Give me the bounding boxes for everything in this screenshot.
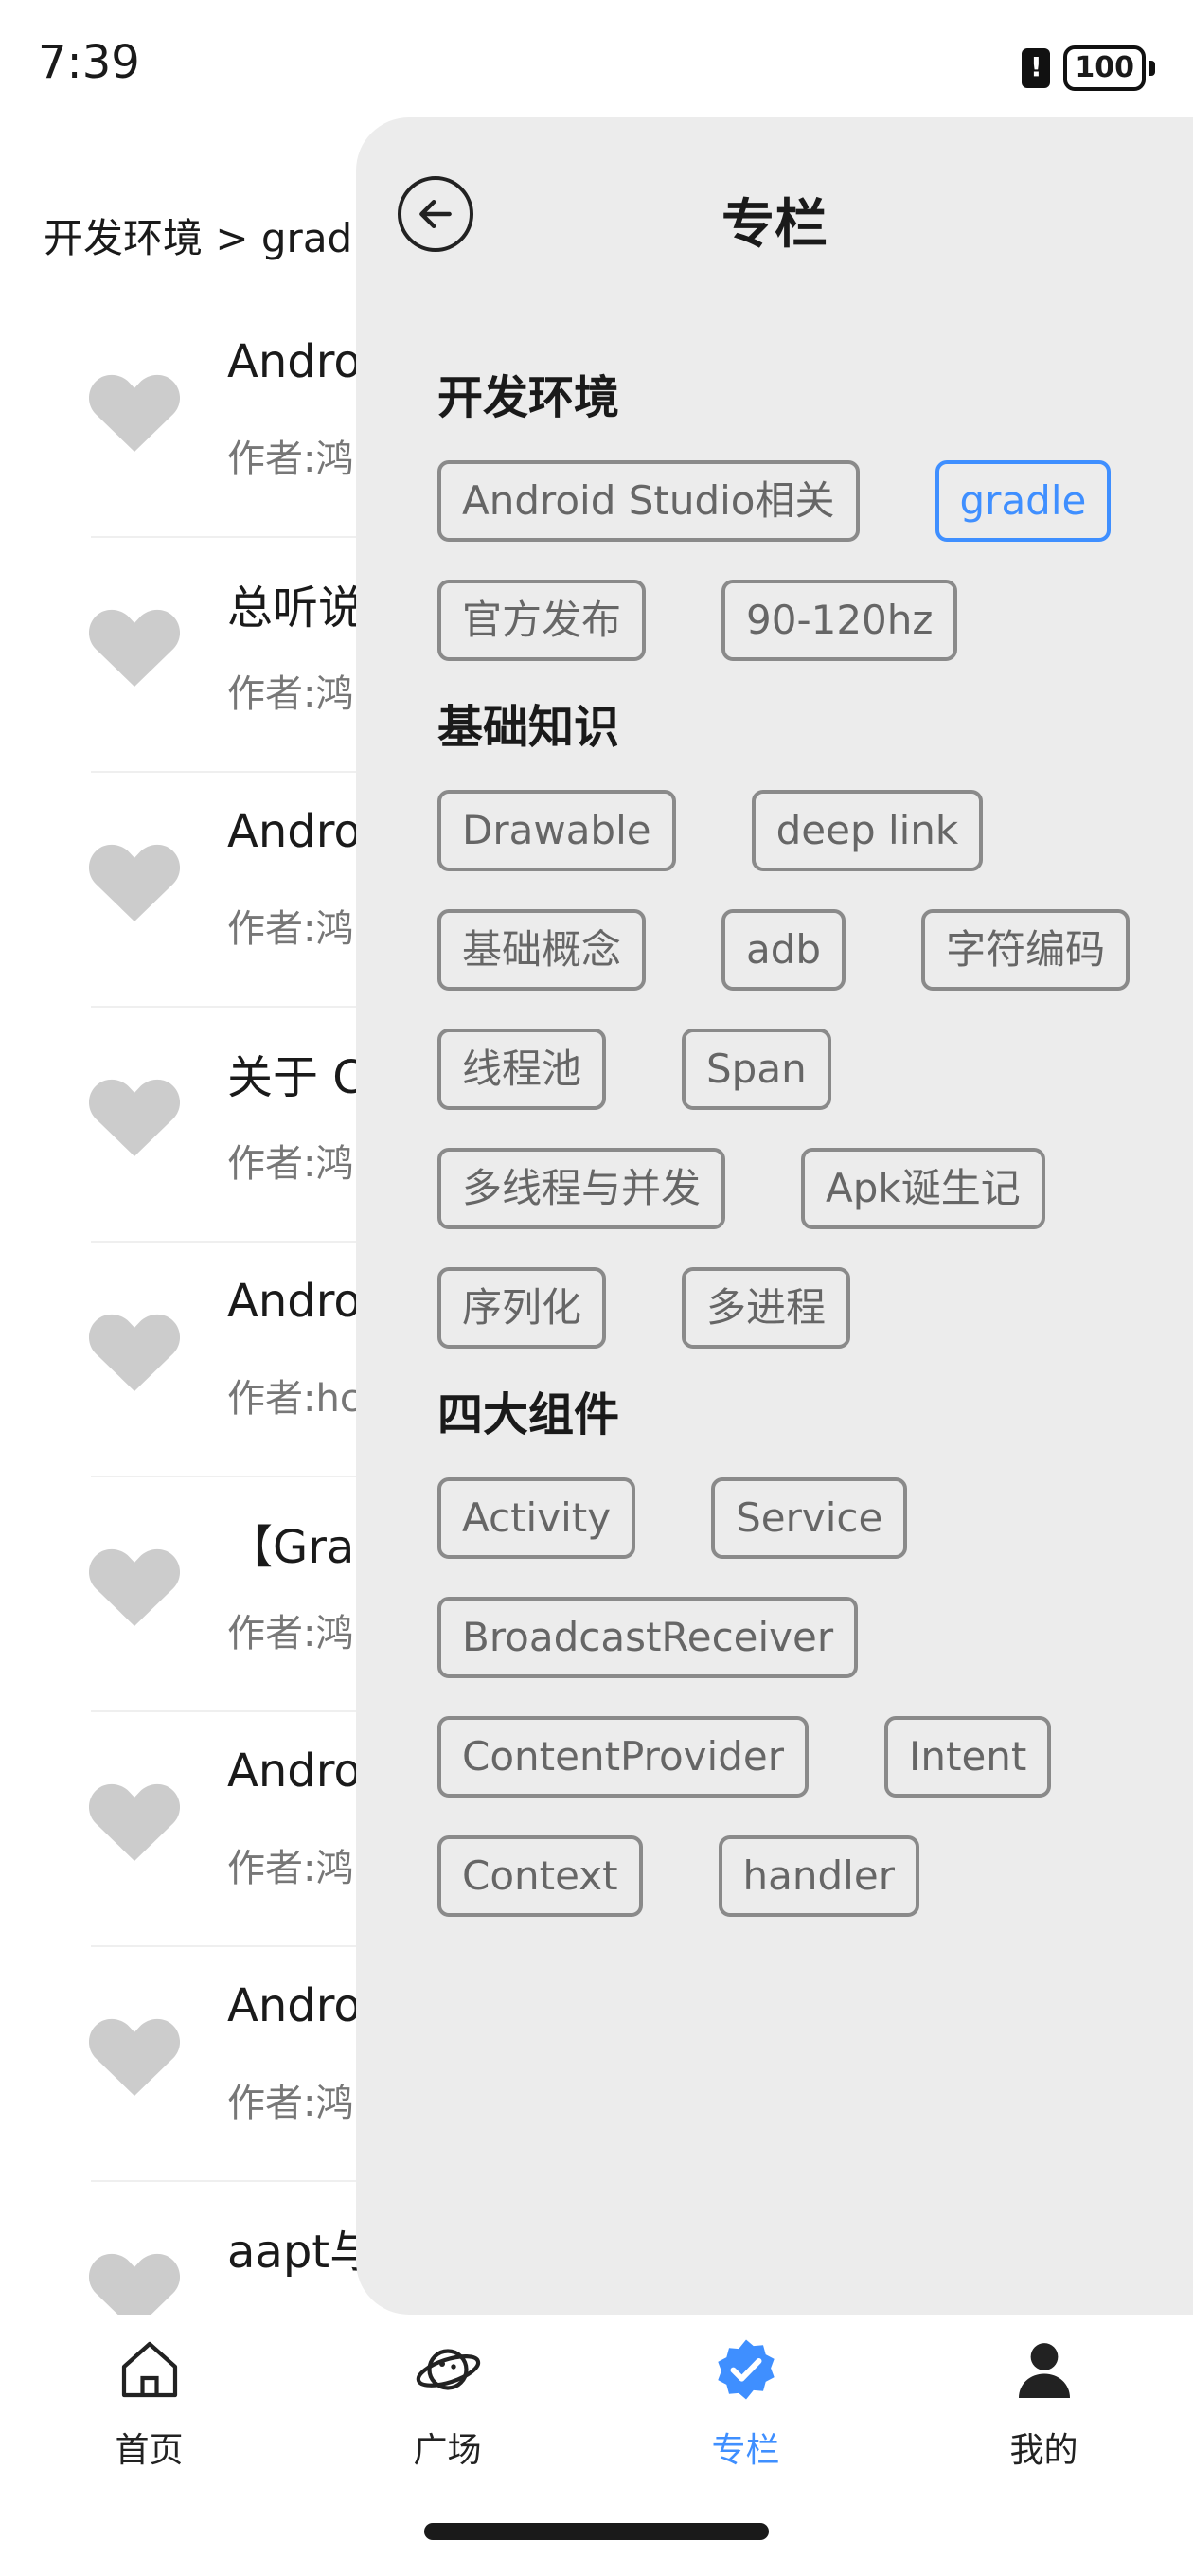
chip-span[interactable]: Span	[682, 1029, 831, 1110]
person-icon	[1019, 2343, 1070, 2398]
article-author: 作者:鸿	[227, 438, 354, 481]
article-title: Andro	[227, 1979, 362, 2032]
chip-multithreading[interactable]: 多线程与并发	[437, 1148, 726, 1229]
drawer-title: 专栏	[721, 194, 828, 256]
nav-label-square: 广场	[413, 2431, 482, 2470]
chip-group-basics: Drawable deep link 基础概念 adb 字符编码 线程池 Spa…	[437, 790, 1157, 1349]
bottom-nav: 首页 广场 专栏 我的	[0, 2315, 1193, 2495]
article-title: 关于 C	[227, 1051, 365, 1104]
breadcrumb: 开发环境 > gradle	[44, 215, 388, 261]
chip-basic-concepts[interactable]: 基础概念	[437, 909, 647, 991]
article-author: 作者:鸿	[227, 1847, 354, 1890]
battery-alert-icon	[1022, 48, 1051, 88]
chip-gradle[interactable]: gradle	[935, 460, 1112, 542]
article-title: 总听说	[227, 581, 365, 635]
chip-drawable[interactable]: Drawable	[437, 790, 676, 871]
heart-icon[interactable]	[89, 2013, 180, 2099]
heart-icon[interactable]	[89, 369, 180, 455]
heart-icon[interactable]	[89, 839, 180, 924]
chip-content-provider[interactable]: ContentProvider	[437, 1716, 809, 1798]
chip-service[interactable]: Service	[711, 1477, 908, 1559]
article-title: Andro	[227, 1275, 362, 1328]
section-title-basics: 基础知识	[437, 701, 620, 754]
status-bar: 7:39 100	[0, 0, 1193, 123]
article-author: 作者:鸿	[227, 1612, 354, 1655]
article-author: 作者:鸿	[227, 907, 354, 951]
nav-label-column: 专栏	[711, 2431, 780, 2470]
home-icon	[121, 2341, 178, 2398]
article-author: 作者:鸿	[227, 1142, 354, 1186]
verified-badge-icon	[718, 2339, 775, 2400]
heart-icon[interactable]	[89, 1074, 180, 1159]
chip-thread-pool[interactable]: 线程池	[437, 1029, 607, 1110]
section-title-dev-env: 开发环境	[437, 371, 620, 424]
article-title: Andro	[227, 805, 362, 858]
article-title: Andro	[227, 335, 362, 388]
chip-adb[interactable]: adb	[721, 909, 846, 991]
chip-official-release[interactable]: 官方发布	[437, 580, 647, 661]
nav-column[interactable]: 专栏	[596, 2315, 895, 2495]
heart-icon[interactable]	[89, 1309, 180, 1394]
status-time: 7:39	[38, 36, 140, 89]
nav-home[interactable]: 首页	[0, 2315, 298, 2495]
article-title: 【Gra	[227, 1521, 355, 1574]
section-list: 开发环境 Android Studio相关 gradle 官方发布 90-120…	[437, 369, 1157, 1955]
chip-multi-process[interactable]: 多进程	[682, 1267, 851, 1349]
chip-apk-birth[interactable]: Apk诞生记	[801, 1148, 1045, 1229]
nav-mine[interactable]: 我的	[895, 2315, 1193, 2495]
column-drawer: 专栏 开发环境 Android Studio相关 gradle 官方发布 90-…	[356, 117, 1193, 2315]
nav-label-home: 首页	[115, 2431, 184, 2470]
chip-deep-link[interactable]: deep link	[751, 790, 984, 871]
chip-90-120hz[interactable]: 90-120hz	[721, 580, 958, 661]
article-author: 作者:hc	[227, 1377, 361, 1421]
section-title-four-components: 四大组件	[437, 1388, 620, 1441]
chip-android-studio[interactable]: Android Studio相关	[437, 460, 860, 542]
battery-level: 100	[1075, 51, 1134, 84]
article-title: Andro	[227, 1744, 362, 1798]
heart-icon[interactable]	[89, 1779, 180, 1864]
article-author: 作者:鸿	[227, 672, 354, 716]
chip-context[interactable]: Context	[437, 1835, 643, 1917]
chip-group-four-components: Activity Service BroadcastReceiver Conte…	[437, 1477, 1157, 1917]
chip-char-encoding[interactable]: 字符编码	[921, 909, 1131, 991]
heart-icon[interactable]	[89, 604, 180, 689]
nav-square[interactable]: 广场	[298, 2315, 596, 2495]
chip-activity[interactable]: Activity	[437, 1477, 636, 1559]
heart-icon[interactable]	[89, 1544, 180, 1629]
battery-icon: 100	[1063, 45, 1146, 91]
article-author: 作者:鸿	[227, 2082, 354, 2125]
chip-broadcast-receiver[interactable]: BroadcastReceiver	[437, 1597, 859, 1678]
chip-intent[interactable]: Intent	[883, 1716, 1052, 1798]
chip-handler[interactable]: handler	[718, 1835, 919, 1917]
planet-icon	[416, 2349, 481, 2390]
chip-group-dev-env: Android Studio相关 gradle 官方发布 90-120hz	[437, 460, 1157, 661]
home-indicator[interactable]	[424, 2523, 769, 2540]
nav-label-mine: 我的	[1009, 2431, 1078, 2470]
chip-serialization[interactable]: 序列化	[437, 1267, 607, 1349]
article-title: aapt与	[227, 2226, 376, 2279]
